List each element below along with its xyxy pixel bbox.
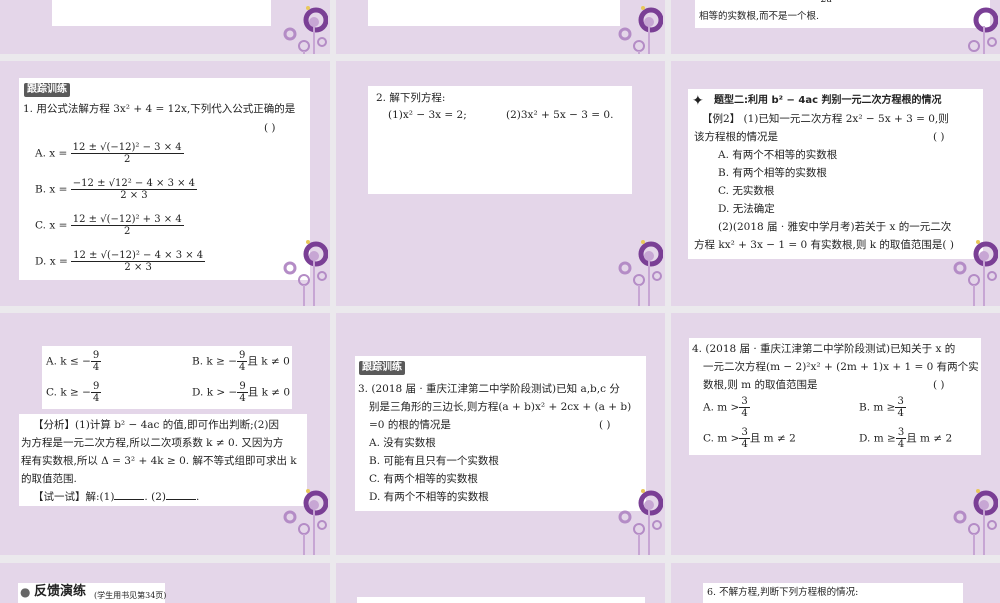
flower-decoration-icon [618,240,663,306]
slide-11[interactable] [336,563,665,603]
example-part-2-cont: 方程 kx² + 3x − 1 = 0 有实数根,则 k 的取值范围是( ) [694,239,954,251]
content-box: 2. 解下列方程: (1)x² − 3x = 2; (2)3x² + 5x − … [368,86,632,194]
fraction: 12 ± √(−12)² − 3 × 42 [70,142,184,165]
analysis-box: 【分析】(1)计算 b² − 4ac 的值,即可作出判断;(2)因 为方程是一元… [19,414,307,506]
content-box: 4. (2018 届 · 重庆江津第二中学阶段测试)已知关于 x 的 一元二次方… [689,338,981,455]
slide-8[interactable]: 跟踪训练 3. (2018 届 · 重庆江津第二中学阶段测试)已知 a,b,c … [336,313,665,555]
answer-paren: ( ) [933,131,945,143]
question-text: 6. 不解方程,判断下列方程根的情况: [707,587,859,598]
section-tag: 跟踪训练 [24,83,70,97]
flower-decoration-icon [618,489,663,555]
text-line: 相等的实数根,而不是一个根. [699,11,820,22]
answer-blank-2[interactable] [165,499,196,500]
option-c[interactable]: C. 有两个相等的实数根 [369,470,478,488]
option-d[interactable]: D. k > −9 4 且 k ≠ 0 [192,381,290,404]
feedback-icon: ● [20,585,31,599]
fraction: 12 ± √(−12)² − 4 × 3 × 42 × 3 [71,250,206,273]
flower-decoration-icon [968,7,998,54]
slide-6[interactable]: ✦ 题型二:利用 b² − 4ac 判别一元二次方程根的情况 【例2】 (1)已… [671,61,1000,306]
question-line: 别是三角形的三边长,则方程(a + b)x² + 2cx + (a + b) [369,401,632,413]
content-box [357,597,645,603]
analysis-line: 程有实数根,所以 Δ = 3² + 4k ≥ 0. 解不等式组即可求出 k [21,455,297,467]
section-subtitle: (学生用书见第34页) [94,591,167,600]
option-b[interactable]: B. 有两个相等的实数根 [718,164,827,182]
answer-paren: ( ) [599,419,611,431]
content-box: 跟踪训练 3. (2018 届 · 重庆江津第二中学阶段测试)已知 a,b,c … [355,356,646,511]
flower-decoration-icon [618,6,663,54]
content-box [368,0,620,26]
option-a[interactable]: A. m >3 4 [703,396,750,419]
option-a[interactable]: A. 没有实数根 [369,434,436,452]
option-c[interactable]: C. k ≥ −9 4 [46,381,102,404]
option-c[interactable]: C. m >3 4 且 m ≠ 2 [703,427,796,450]
sub-question-1: (1)x² − 3x = 2; [388,109,467,121]
slide-5[interactable]: 2. 解下列方程: (1)x² − 3x = 2; (2)3x² + 5x − … [336,61,665,306]
example-part-2: (2)(2018 届 · 雅安中学月考)若关于 x 的一元二次 [718,221,952,233]
question-line: 数根,则 m 的取值范围是 [703,379,818,391]
slide-10[interactable]: ● 反馈演练 (学生用书见第34页) [0,563,330,603]
flower-decoration-icon [283,489,328,555]
option-d[interactable]: D. m ≥3 4 且 m ≠ 2 [859,427,952,450]
option-b[interactable]: B. m ≥3 4 [859,396,906,419]
fraction: −12 ± √12² − 4 × 3 × 42 × 3 [70,178,198,201]
option-d[interactable]: D. 有两个不相等的实数根 [369,488,489,506]
section-title: 反馈演练 [34,584,87,599]
section-title: 题型二:利用 b² − 4ac 判别一元二次方程根的情况 [714,95,942,106]
flower-decoration-icon [953,489,998,555]
content-box: 2a 相等的实数根,而不是一个根. [695,0,990,28]
flower-decoration-icon [283,240,328,306]
content-box: 6. 不解方程,判断下列方程根的情况: [703,583,963,603]
slide-1[interactable] [0,0,330,54]
option-a[interactable]: A. x = 12 ± √(−12)² − 3 × 42 [35,142,184,165]
slide-4[interactable]: 跟踪训练 1. 用公式法解方程 3x² + 4 = 12x,下列代入公式正确的是… [0,61,330,306]
fraction: 12 ± √(−12)² + 3 × 42 [70,214,184,237]
analysis-line: 【分析】(1)计算 b² − 4ac 的值,即可作出判断;(2)因 [33,419,280,431]
star-icon: ✦ [692,93,704,109]
question-line: 4. (2018 届 · 重庆江津第二中学阶段测试)已知关于 x 的 [692,343,956,355]
analysis-line: 的取值范围. [21,473,77,485]
option-d[interactable]: D. 无法确定 [718,200,775,218]
content-box: 跟踪训练 1. 用公式法解方程 3x² + 4 = 12x,下列代入公式正确的是… [19,78,310,280]
try-it-line: 【试一试】解:(1). (2). [33,491,200,503]
content-box: ● 反馈演练 (学生用书见第34页) [18,583,167,603]
option-b[interactable]: B. k ≥ −9 4 且 k ≠ 0 [192,350,290,373]
question-text: 1. 用公式法解方程 3x² + 4 = 12x,下列代入公式正确的是 [23,103,296,115]
slide-2[interactable] [336,0,665,54]
content-box: ✦ 题型二:利用 b² − 4ac 判别一元二次方程根的情况 【例2】 (1)已… [688,89,983,259]
slide-9[interactable]: 4. (2018 届 · 重庆江津第二中学阶段测试)已知关于 x 的 一元二次方… [671,313,1000,555]
question-line: =0 的根的情况是 [369,419,451,431]
option-a[interactable]: A. 有两个不相等的实数根 [718,146,837,164]
question-text: 2. 解下列方程: [376,92,446,104]
option-b[interactable]: B. x = −12 ± √12² − 4 × 3 × 42 × 3 [35,178,198,201]
example-text-cont: 该方程根的情况是 [694,131,778,143]
flower-decoration-icon [283,6,328,54]
option-c[interactable]: C. x = 12 ± √(−12)² + 3 × 42 [35,214,184,237]
sub-question-2: (2)3x² + 5x − 3 = 0. [506,109,614,121]
example-text: 【例2】 (1)已知一元二次方程 2x² − 5x + 3 = 0,则 [702,113,949,125]
option-b[interactable]: B. 可能有且只有一个实数根 [369,452,499,470]
option-d[interactable]: D. x = 12 ± √(−12)² − 4 × 3 × 42 × 3 [35,250,206,273]
content-box [52,0,271,26]
slide-12[interactable]: 6. 不解方程,判断下列方程根的情况: [671,563,1000,603]
answer-paren: ( ) [264,122,276,134]
slide-3[interactable]: 2a 相等的实数根,而不是一个根. [671,0,1000,54]
option-a[interactable]: A. k ≤ −9 4 [46,350,102,373]
question-line: 一元二次方程(m − 2)²x² + (2m + 1)x + 1 = 0 有两个… [703,361,979,373]
slide-7[interactable]: A. k ≤ −9 4 B. k ≥ −9 4 且 k ≠ 0 C. k ≥ −9 4 … [0,313,330,555]
flower-decoration-icon [953,240,998,306]
analysis-line: 为方程是一元二次方程,所以二次项系数 k ≠ 0. 又因为方 [21,437,284,449]
formula-denominator: 2a [821,0,833,5]
options-box: A. k ≤ −9 4 B. k ≥ −9 4 且 k ≠ 0 C. k ≥ −9 4 … [42,346,292,409]
section-tag: 跟踪训练 [359,361,405,375]
answer-blank-1[interactable] [114,499,145,500]
answer-paren: ( ) [933,379,945,391]
option-c[interactable]: C. 无实数根 [718,182,774,200]
question-line: 3. (2018 届 · 重庆江津第二中学阶段测试)已知 a,b,c 分 [358,383,620,395]
